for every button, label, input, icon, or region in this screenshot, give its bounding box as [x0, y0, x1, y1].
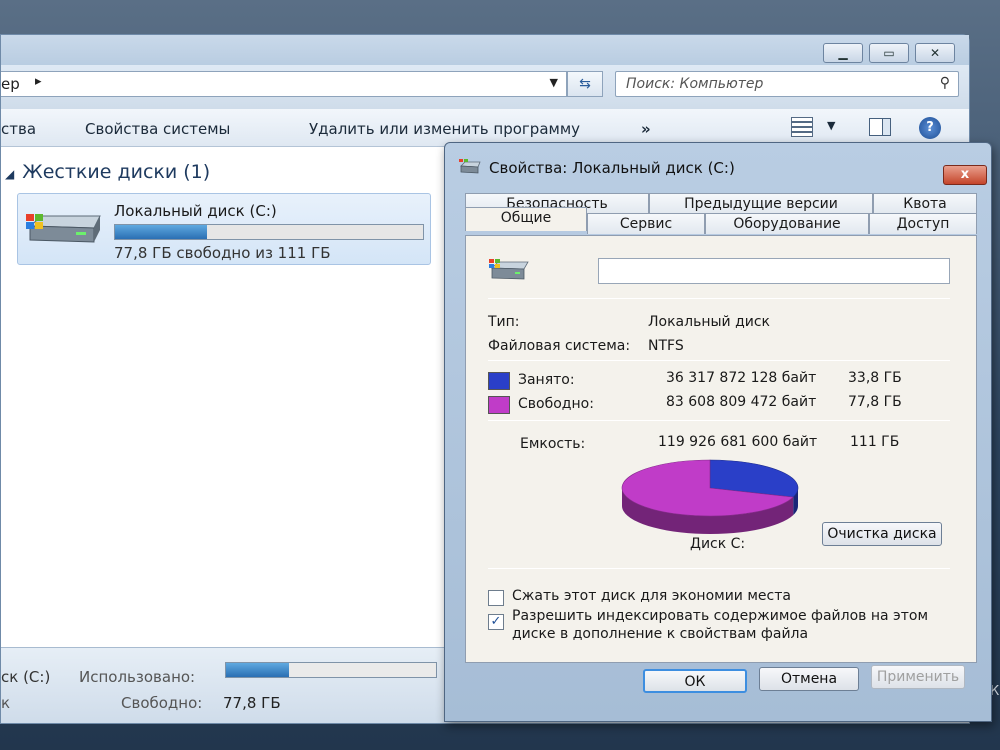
details-drive-name: ск (C:) [1, 668, 51, 686]
details-usage-fill [226, 663, 289, 677]
dialog-title-text: Свойства: Локальный диск (C:) [489, 159, 735, 177]
breadcrumb-arrow-icon[interactable]: ▸ [35, 74, 42, 89]
address-row: ер ▸ ▼ ⇆ Поиск: Компьютер ⚲ [1, 65, 969, 109]
preview-pane-icon[interactable] [869, 118, 891, 136]
index-checkbox[interactable]: ✓ [488, 614, 504, 630]
command-uninstall-program[interactable]: Удалить или изменить программу [309, 120, 580, 138]
drive-usage-bar [114, 224, 424, 240]
ok-button[interactable]: ОК [643, 669, 747, 693]
type-label: Тип: [488, 314, 520, 330]
group-header[interactable]: ◢ Жесткие диски (1) [5, 161, 210, 183]
free-label: Свободно: [518, 396, 594, 412]
drive-name: Локальный диск (C:) [114, 202, 277, 220]
address-dropdown-icon[interactable]: ▼ [550, 76, 558, 89]
command-system-properties[interactable]: Свойства системы [85, 120, 230, 138]
disk-usage-pie-chart [621, 459, 799, 534]
tab-hardware[interactable]: Оборудование [705, 213, 869, 234]
used-label: Занято: [518, 372, 575, 388]
capacity-bytes: 119 926 681 600 байт [658, 434, 818, 450]
filesystem-label: Файловая система: [488, 338, 631, 354]
index-label-line-1: Разрешить индексировать содержимое файло… [512, 608, 929, 624]
volume-name-input[interactable] [598, 258, 950, 284]
view-options-icon[interactable] [791, 117, 813, 137]
maximize-button[interactable]: ▭ [869, 43, 909, 63]
details-sys-partial: к [1, 694, 11, 712]
drive-title-icon [459, 159, 481, 174]
separator [488, 298, 950, 299]
free-bytes: 83 608 809 472 байт [666, 394, 817, 410]
command-properties-partial[interactable]: ства [1, 120, 36, 138]
general-tab-panel: Тип: Локальный диск Файловая система: NT… [465, 235, 977, 663]
refresh-icon: ⇆ [579, 76, 591, 92]
disk-cleanup-button[interactable]: Очистка диска [822, 522, 942, 546]
compress-checkbox[interactable] [488, 590, 504, 606]
dialog-close-button[interactable]: x [943, 165, 987, 185]
hard-drive-icon [489, 259, 529, 280]
search-icon[interactable]: ⚲ [940, 75, 950, 91]
tab-sharing[interactable]: Доступ [869, 213, 977, 234]
group-header-label: Жесткие диски (1) [22, 161, 211, 183]
separator [488, 420, 950, 421]
compress-label: Сжать этот диск для экономии места [512, 588, 791, 604]
used-color-swatch [488, 372, 510, 390]
refresh-button[interactable]: ⇆ [567, 71, 603, 97]
tab-general[interactable]: Общие [465, 207, 587, 231]
close-icon: x [960, 167, 970, 182]
drive-usage-fill [115, 225, 208, 239]
hard-drive-icon [26, 214, 101, 243]
tab-quota[interactable]: Квота [873, 193, 977, 214]
tab-service[interactable]: Сервис [587, 213, 705, 234]
address-bar[interactable]: ер ▸ ▼ [1, 71, 567, 97]
free-gb: 77,8 ГБ [848, 394, 902, 410]
properties-dialog: Свойства: Локальный диск (C:) x Безопасн… [444, 142, 992, 722]
used-gb: 33,8 ГБ [848, 370, 902, 386]
index-label-line-2: диске в дополнение к свойствам файла [512, 626, 809, 642]
details-used-label: Использовано: [79, 668, 196, 686]
drive-free-text: 77,8 ГБ свободно из 111 ГБ [114, 244, 331, 262]
breadcrumb[interactable]: ер [1, 75, 20, 93]
command-more-chevron-icon[interactable]: » [641, 120, 651, 138]
free-color-swatch [488, 396, 510, 414]
disk-label: Диск C: [690, 536, 746, 552]
drive-tile-c[interactable]: Локальный диск (C:) 77,8 ГБ свободно из … [17, 193, 431, 265]
dialog-footer: ОК Отмена Применить [445, 663, 991, 723]
separator [488, 360, 950, 361]
type-value: Локальный диск [648, 314, 771, 330]
minimize-button[interactable]: ▁ [823, 43, 863, 63]
tab-previous-versions[interactable]: Предыдущие версии [649, 193, 873, 214]
apply-button[interactable]: Применить [871, 665, 965, 689]
cancel-button[interactable]: Отмена [759, 667, 859, 691]
filesystem-value: NTFS [648, 338, 684, 354]
collapse-triangle-icon[interactable]: ◢ [5, 167, 14, 181]
capacity-gb: 111 ГБ [850, 434, 900, 450]
capacity-label: Емкость: [520, 436, 586, 452]
used-bytes: 36 317 872 128 байт [666, 370, 817, 386]
view-dropdown-icon[interactable]: ▼ [827, 119, 835, 132]
details-free-value: 77,8 ГБ [223, 694, 281, 712]
search-placeholder: Поиск: Компьютер [626, 76, 764, 92]
close-button[interactable]: ✕ [915, 43, 955, 63]
details-free-label: Свободно: [121, 694, 203, 712]
details-usage-bar [225, 662, 437, 678]
separator [488, 568, 950, 569]
help-icon[interactable]: ? [919, 117, 941, 139]
search-input[interactable]: Поиск: Компьютер ⚲ [615, 71, 959, 97]
